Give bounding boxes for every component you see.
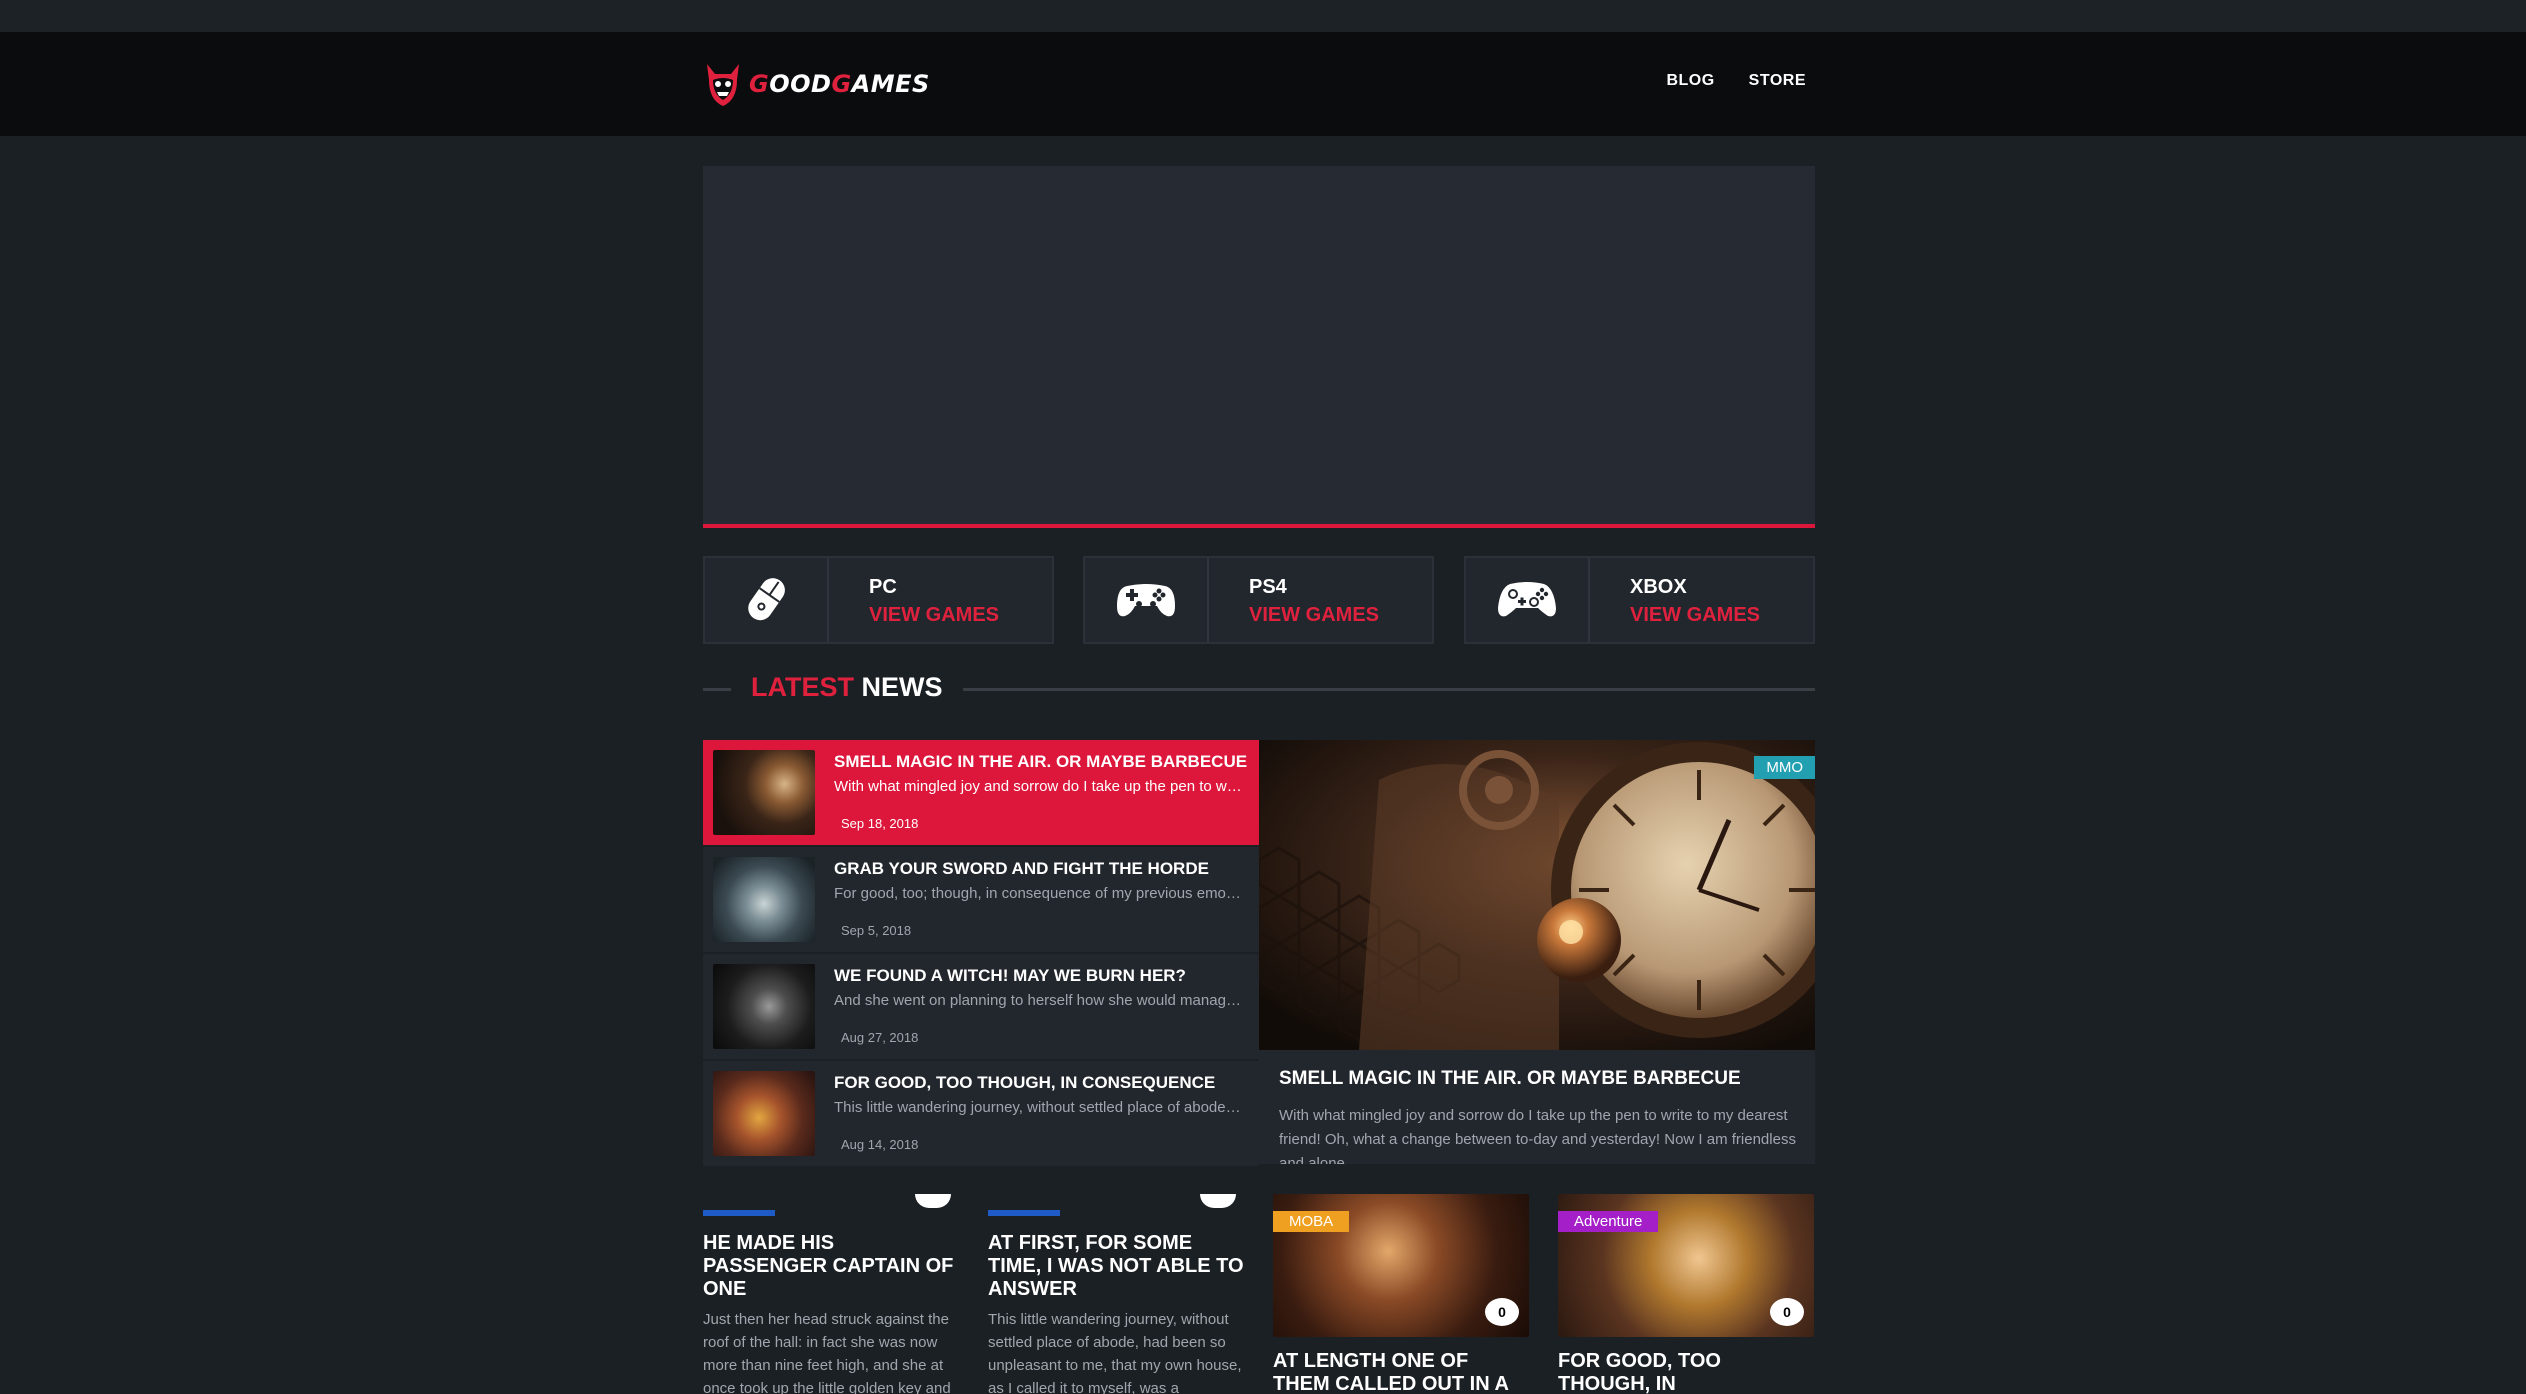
news-excerpt: This little wandering journey, without s…: [834, 1099, 1244, 1116]
latest-news-title: LATEST NEWS: [751, 672, 943, 703]
card-excerpt: Just then her head struck against the ro…: [703, 1311, 951, 1394]
featured-image: [1259, 740, 1815, 1050]
news-date: Sep 5, 2018: [841, 923, 912, 938]
main-nav: BLOG STORE: [1666, 72, 1806, 90]
gamepad-icon: [1117, 584, 1175, 617]
news-item[interactable]: WE FOUND A WITCH! MAY WE BURN HER? And s…: [703, 954, 1259, 1060]
logo-letter-g: G: [749, 70, 770, 98]
news-date: Aug 14, 2018: [841, 1137, 919, 1152]
site-header: [0, 32, 2526, 136]
news-date: Sep 18, 2018: [841, 816, 919, 831]
logo-letter-g2: G: [831, 70, 852, 98]
heading-main: NEWS: [861, 672, 943, 702]
platform-pc-icon-wrap: [705, 558, 829, 642]
category-bar: [988, 1210, 1060, 1216]
news-thumbnail: [713, 1071, 815, 1156]
platform-name: PC: [869, 576, 897, 598]
comment-bubble-icon: [915, 1194, 951, 1208]
view-games-link[interactable]: VIEW GAMES: [869, 604, 999, 627]
category-badge[interactable]: MMO: [1754, 756, 1815, 779]
news-thumbnail: [713, 857, 815, 942]
category-tag[interactable]: MOBA: [1273, 1211, 1350, 1232]
news-excerpt: With what mingled joy and sorrow do I ta…: [834, 778, 1244, 795]
news-list: SMELL MAGIC IN THE AIR. OR MAYBE BARBECU…: [703, 740, 1259, 1167]
news-title[interactable]: WE FOUND A WITCH! MAY WE BURN HER?: [834, 966, 1186, 986]
site-logo[interactable]: GOODGAMES: [703, 58, 930, 110]
heading-accent: LATEST: [751, 672, 854, 702]
news-date: Aug 27, 2018: [841, 1030, 919, 1045]
news-item[interactable]: GRAB YOUR SWORD AND FIGHT THE HORDE For …: [703, 847, 1259, 953]
news-cards: HE MADE HIS PASSENGER CAPTAIN OF ONE Jus…: [703, 1194, 1815, 1394]
divider: [703, 688, 731, 691]
news-title[interactable]: SMELL MAGIC IN THE AIR. OR MAYBE BARBECU…: [834, 752, 1247, 772]
platform-xbox-icon-wrap: [1466, 558, 1590, 642]
featured-news[interactable]: MMO SMELL MAGIC IN THE AIR. OR MAYBE BAR…: [1259, 740, 1815, 1164]
latest-news-heading: LATEST NEWS: [703, 672, 1815, 706]
card-excerpt: This little wandering journey, without s…: [988, 1311, 1242, 1394]
category-bar: [703, 1210, 775, 1216]
card-title[interactable]: FOR GOOD, TOO THOUGH, IN: [1558, 1350, 1814, 1394]
nav-store[interactable]: STORE: [1749, 72, 1806, 90]
news-item[interactable]: SMELL MAGIC IN THE AIR. OR MAYBE BARBECU…: [703, 740, 1259, 846]
news-thumbnail: [713, 750, 815, 835]
top-strip: [0, 0, 2526, 32]
logo-text: GOODGAMES: [749, 70, 930, 98]
news-title[interactable]: FOR GOOD, TOO THOUGH, IN CONSEQUENCE: [834, 1073, 1215, 1093]
clockwork-illustration: [1259, 740, 1815, 1050]
news-excerpt: For good, too; though, in consequence of…: [834, 885, 1244, 902]
news-title[interactable]: GRAB YOUR SWORD AND FIGHT THE HORDE: [834, 859, 1209, 879]
platform-name: XBOX: [1630, 576, 1687, 598]
card-title[interactable]: AT FIRST, FOR SOME TIME, I WAS NOT ABLE …: [988, 1232, 1244, 1301]
platform-tiles: PC VIEW GAMES PS4 VIEW GAMES XBOX VIEW G…: [703, 556, 1815, 644]
xbox-controller-icon: [1498, 582, 1556, 617]
nav-blog[interactable]: BLOG: [1666, 72, 1714, 90]
hero-banner: [703, 166, 1815, 528]
divider: [963, 688, 1815, 691]
comment-bubble-icon: [1200, 1194, 1236, 1208]
logo-prefix-rest: OOD: [769, 70, 832, 98]
news-thumbnail: [713, 964, 815, 1049]
category-tag[interactable]: Adventure: [1558, 1211, 1659, 1232]
featured-excerpt: With what mingled joy and sorrow do I ta…: [1279, 1107, 1796, 1164]
featured-title[interactable]: SMELL MAGIC IN THE AIR. OR MAYBE BARBECU…: [1279, 1068, 1741, 1090]
comment-count-badge[interactable]: 0: [1485, 1298, 1519, 1326]
platform-ps4[interactable]: PS4 VIEW GAMES: [1083, 556, 1434, 644]
demon-logo-icon: [707, 64, 739, 106]
card-title[interactable]: AT LENGTH ONE OF THEM CALLED OUT IN A: [1273, 1350, 1529, 1394]
news-item[interactable]: FOR GOOD, TOO THOUGH, IN CONSEQUENCE Thi…: [703, 1061, 1259, 1167]
view-games-link[interactable]: VIEW GAMES: [1630, 604, 1760, 627]
platform-ps4-icon-wrap: [1085, 558, 1209, 642]
news-excerpt: And she went on planning to herself how …: [834, 992, 1244, 1009]
platform-pc[interactable]: PC VIEW GAMES: [703, 556, 1054, 644]
card-title[interactable]: HE MADE HIS PASSENGER CAPTAIN OF ONE: [703, 1232, 959, 1301]
comment-count-badge[interactable]: 0: [1770, 1298, 1804, 1326]
mouse-icon: [748, 578, 785, 621]
logo-suffix-rest: AMES: [851, 70, 930, 98]
platform-xbox[interactable]: XBOX VIEW GAMES: [1464, 556, 1815, 644]
view-games-link[interactable]: VIEW GAMES: [1249, 604, 1379, 627]
platform-name: PS4: [1249, 576, 1287, 598]
